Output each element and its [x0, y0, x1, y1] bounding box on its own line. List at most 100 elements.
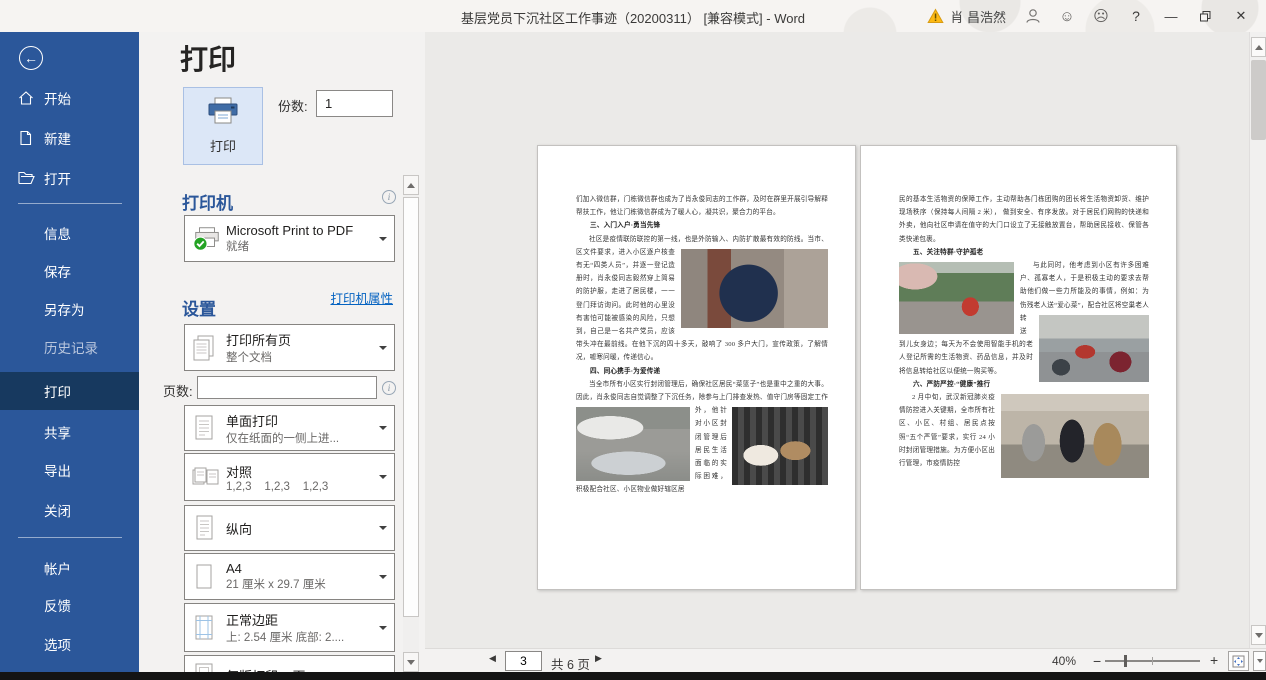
total-pages-label: 共 6 页 — [551, 654, 590, 672]
divider — [18, 537, 122, 538]
back-arrow-icon[interactable]: ← — [19, 46, 43, 70]
photo-checkpoint-masks — [1001, 394, 1149, 478]
chevron-down-icon — [379, 526, 387, 530]
previous-page-icon[interactable]: ◀ — [489, 653, 496, 664]
paragraph: 们加入微信群，门栋微信群也成为了肖永俊同志的工作群，及时在群里开展引导解释帮扶工… — [576, 193, 828, 219]
photo-door-visit — [681, 249, 828, 328]
scroll-down-icon[interactable] — [403, 652, 419, 672]
scroll-up-icon[interactable] — [1251, 37, 1266, 57]
section-heading: 三、入门入户·勇当先锋 — [576, 219, 828, 232]
sidebar-item-save-as[interactable]: 另存为 — [0, 294, 139, 324]
sidebar-item-print[interactable]: 打印 — [0, 372, 139, 410]
sidebar-item-info[interactable]: 信息 — [0, 218, 139, 248]
home-icon — [18, 90, 34, 106]
backstage-sidebar: ← 开始 新建 打开 信息 保存 另存为 历史记录 打印 共享 导出 关闭 — [0, 32, 139, 672]
smiley-feedback-icon[interactable]: ☺ — [1050, 0, 1084, 32]
paragraph: 2 月中旬，武汉新冠肺炎疫情防控进入关键期，全市所有社区、小区、村组、居民点按照… — [899, 391, 1149, 470]
pages-label: 页数: — [163, 381, 193, 400]
sidebar-item-options[interactable]: 选项 — [0, 629, 139, 659]
help-icon[interactable]: ? — [1118, 0, 1154, 32]
portrait-page-icon — [192, 514, 222, 542]
minimize-button[interactable]: — — [1154, 0, 1188, 32]
chevron-down-icon — [379, 237, 387, 241]
sidebar-item-account[interactable]: 帐户 — [0, 553, 139, 583]
zoom-slider-tick — [1152, 657, 1153, 665]
title-bar: 基层党员下沉社区工作事迹（20200311） [兼容模式] - Word 肖 昌… — [0, 0, 1266, 32]
close-button[interactable]: ✕ — [1222, 0, 1260, 32]
margins-dropdown[interactable]: 正常边距 上: 2.54 厘米 底部: 2.... — [184, 603, 395, 652]
sidebar-item-close-doc[interactable]: 关闭 — [0, 495, 139, 525]
paragraph: 与此同时，他考虑到小区有许多困难户、孤寡老人，于是积极主动的要求去帮助他们做一些… — [899, 259, 1149, 378]
scrollbar-thumb[interactable] — [403, 197, 419, 617]
scroll-down-icon[interactable] — [1251, 625, 1266, 645]
page-title: 打印 — [180, 38, 236, 78]
sidebar-item-save[interactable]: 保存 — [0, 256, 139, 286]
printer-dropdown[interactable]: Microsoft Print to PDF 就绪 — [184, 215, 395, 262]
margins-page-icon — [192, 614, 222, 642]
printer-section-heading: 打印机 — [182, 189, 233, 214]
duplex-dropdown[interactable]: 单面打印 仅在纸面的一侧上进... — [184, 405, 395, 451]
word-backstage-window: 基层党员下沉社区工作事迹（20200311） [兼容模式] - Word 肖 昌… — [0, 0, 1266, 680]
chevron-down-icon — [379, 626, 387, 630]
scrollbar-thumb[interactable] — [1251, 60, 1266, 140]
pages-per-sheet-dropdown[interactable]: 每版打印 1 页 — [184, 655, 395, 672]
collated-books-icon — [192, 465, 222, 489]
zoom-percentage[interactable]: 40% — [1052, 654, 1076, 668]
sidebar-item-new[interactable]: 新建 — [0, 123, 139, 153]
sidebar-item-label: 开始 — [44, 88, 71, 108]
printer-status: 就绪 — [226, 238, 379, 254]
sync-warning-icon[interactable] — [927, 0, 944, 32]
user-avatar-icon[interactable] — [1016, 0, 1050, 32]
printer-ready-icon — [192, 226, 222, 252]
paragraph: 社区是疫情联防联控的第一线，也是外防输入、内防扩散最有效的防线。当市、区文件要求… — [576, 233, 828, 365]
chevron-down-icon — [379, 346, 387, 350]
collate-dropdown[interactable]: 对照 1,2,3 1,2,3 1,2,3 — [184, 453, 395, 501]
divider — [18, 203, 122, 204]
print-range-dropdown[interactable]: 打印所有页 整个文档 — [184, 324, 395, 371]
sidebar-item-share[interactable]: 共享 — [0, 417, 139, 447]
paper-sheet-icon — [192, 563, 222, 591]
next-page-icon[interactable]: ▶ — [595, 653, 602, 664]
sidebar-item-export[interactable]: 导出 — [0, 455, 139, 485]
settings-scrollbar[interactable] — [403, 175, 419, 672]
zoom-out-icon[interactable]: − — [1093, 653, 1101, 669]
section-heading: 四、同心携手·为爱传递 — [576, 365, 828, 378]
print-button[interactable]: 打印 — [183, 87, 263, 165]
sidebar-item-history[interactable]: 历史记录 — [0, 332, 139, 362]
preview-page-right: 民的基本生活物资的保障工作，主动帮助各门栋团购的团长将生活物资卸货、维护现场秩序… — [860, 145, 1177, 590]
info-icon[interactable]: i — [382, 381, 396, 395]
current-page-input[interactable] — [505, 651, 542, 671]
zoom-in-icon[interactable]: + — [1210, 652, 1218, 668]
copies-input[interactable] — [317, 91, 425, 116]
info-icon[interactable]: i — [382, 190, 396, 204]
pages-range-input[interactable] — [197, 376, 377, 399]
zoom-to-page-button[interactable] — [1228, 651, 1249, 671]
sidebar-item-feedback[interactable]: 反馈 — [0, 590, 139, 620]
settings-section-heading: 设置 — [182, 295, 216, 320]
photo-grocery-delivery — [576, 407, 690, 481]
sidebar-item-home[interactable]: 开始 — [0, 83, 139, 113]
sidebar-item-open[interactable]: 打开 — [0, 163, 139, 193]
sidebar-item-label: 打开 — [44, 168, 71, 188]
paper-size-dropdown[interactable]: A4 21 厘米 x 29.7 厘米 — [184, 553, 395, 600]
one-sided-page-icon — [192, 414, 222, 442]
new-doc-icon — [18, 130, 33, 146]
preview-page-left: 们加入微信群，门栋微信群也成为了肖永俊同志的工作群，及时在群里开展引导解释帮扶工… — [537, 145, 856, 590]
orientation-dropdown[interactable]: 纵向 — [184, 505, 395, 551]
paragraph: 民的基本生活物资的保障工作，主动帮助各门栋团购的团长将生活物资卸货、维护现场秩序… — [899, 193, 1149, 246]
zoom-slider-handle[interactable] — [1124, 655, 1127, 667]
taskbar-edge — [0, 672, 1266, 680]
frown-feedback-icon[interactable]: ☹ — [1084, 0, 1118, 32]
sidebar-item-label: 新建 — [44, 128, 71, 148]
printer-properties-link[interactable]: 打印机属性 — [330, 288, 393, 307]
printer-icon — [206, 97, 240, 131]
copies-stepper — [316, 90, 393, 117]
scroll-up-icon[interactable] — [403, 175, 419, 195]
status-options-dropdown-icon[interactable] — [1253, 651, 1266, 671]
photo-street-errands — [1039, 315, 1149, 382]
restore-button[interactable] — [1188, 0, 1222, 32]
chevron-down-icon — [379, 575, 387, 579]
print-preview-area: 们加入微信群，门栋微信群也成为了肖永俊同志的工作群，及时在群里开展引导解释帮扶工… — [425, 32, 1266, 672]
preview-scrollbar[interactable] — [1249, 32, 1266, 648]
user-name[interactable]: 肖 昌浩然 — [944, 0, 1016, 32]
